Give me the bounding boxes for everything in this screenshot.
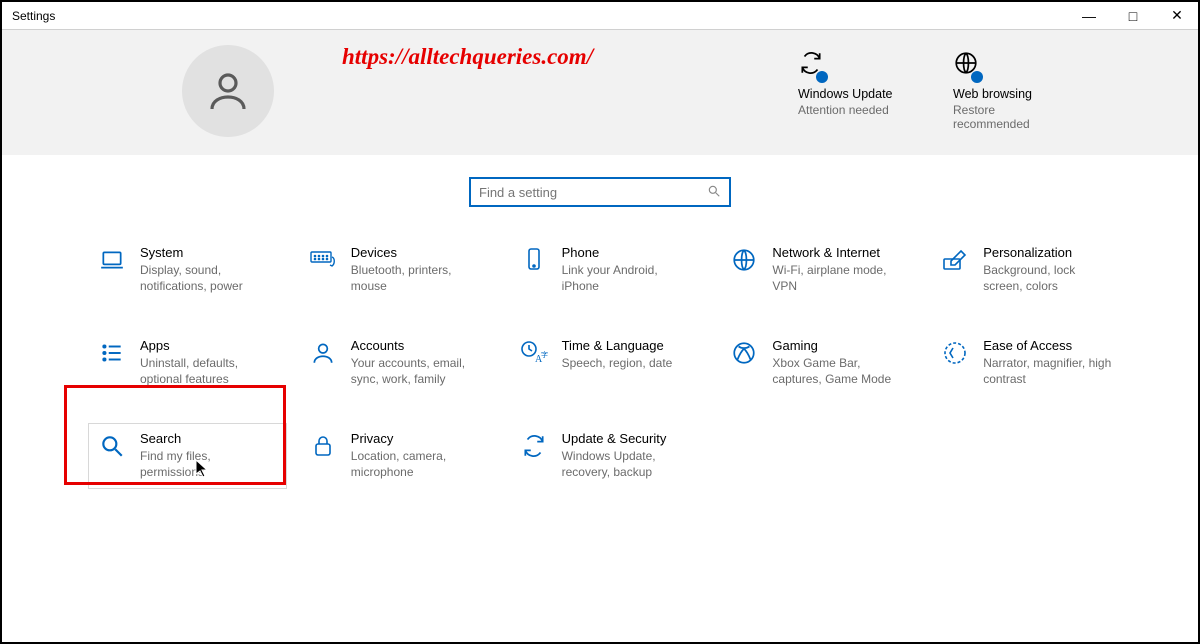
titlebar: Settings — □ ✕ <box>2 2 1198 30</box>
category-subtitle: Background, lock screen, colors <box>983 263 1114 294</box>
category-title: Phone <box>562 245 693 260</box>
sync-icon <box>520 431 548 459</box>
category-subtitle: Uninstall, defaults, optional features <box>140 356 271 387</box>
search-region <box>2 155 1198 237</box>
search-input[interactable] <box>479 185 707 200</box>
svg-text:字: 字 <box>541 350 548 359</box>
globe-icon <box>953 50 979 79</box>
category-title: System <box>140 245 271 260</box>
category-text: Network & Internet Wi-Fi, airplane mode, … <box>772 245 909 294</box>
category-apps[interactable]: Apps Uninstall, defaults, optional featur… <box>88 330 287 395</box>
category-title: Accounts <box>351 338 482 353</box>
category-subtitle: Find my files, permissions <box>140 449 271 480</box>
category-title: Ease of Access <box>983 338 1114 353</box>
globe-icon <box>730 245 758 273</box>
category-devices[interactable]: Devices Bluetooth, printers, mouse <box>299 237 498 302</box>
category-subtitle: Display, sound, notifications, power <box>140 263 271 294</box>
category-title: Time & Language <box>562 338 693 353</box>
category-privacy[interactable]: Privacy Location, camera, microphone <box>299 423 498 488</box>
category-search[interactable]: Search Find my files, permissions <box>88 423 287 488</box>
category-personalization[interactable]: Personalization Background, lock screen, … <box>931 237 1130 302</box>
category-text: System Display, sound, notifications, pow… <box>140 245 277 294</box>
window-controls: — □ ✕ <box>1074 7 1192 24</box>
category-grid: System Display, sound, notifications, pow… <box>2 237 1198 489</box>
person-icon <box>204 67 252 115</box>
category-title: Devices <box>351 245 482 260</box>
search-icon <box>707 184 721 201</box>
person-icon <box>309 338 337 366</box>
status-subtitle: Attention needed <box>798 103 913 117</box>
category-time[interactable]: A字 Time & Language Speech, region, date <box>510 330 709 395</box>
close-button[interactable]: ✕ <box>1162 7 1192 24</box>
category-text: Search Find my files, permissions <box>140 431 277 480</box>
category-text: Privacy Location, camera, microphone <box>351 431 488 480</box>
category-subtitle: Windows Update, recovery, backup <box>562 449 693 480</box>
status-dot-icon <box>816 71 828 83</box>
category-subtitle: Your accounts, email, sync, work, family <box>351 356 482 387</box>
status-subtitle: Restore recommended <box>953 103 1068 131</box>
clock-letter-icon: A字 <box>520 338 548 366</box>
category-title: Apps <box>140 338 271 353</box>
status-cards: Windows Update Attention needed Web brow… <box>798 50 1068 131</box>
window-title: Settings <box>12 9 55 23</box>
category-text: Devices Bluetooth, printers, mouse <box>351 245 488 294</box>
category-title: Update & Security <box>562 431 693 446</box>
category-text: Phone Link your Android, iPhone <box>562 245 699 294</box>
category-subtitle: Speech, region, date <box>562 356 693 372</box>
search-icon <box>98 431 126 459</box>
category-subtitle: Link your Android, iPhone <box>562 263 693 294</box>
category-subtitle: Xbox Game Bar, captures, Game Mode <box>772 356 903 387</box>
category-text: Gaming Xbox Game Bar, captures, Game Mode <box>772 338 909 387</box>
category-title: Gaming <box>772 338 903 353</box>
category-phone[interactable]: Phone Link your Android, iPhone <box>510 237 709 302</box>
category-title: Personalization <box>983 245 1114 260</box>
status-title: Windows Update <box>798 87 913 101</box>
laptop-icon <box>98 245 126 273</box>
lock-icon <box>309 431 337 459</box>
pen-icon <box>941 245 969 273</box>
category-text: Accounts Your accounts, email, sync, work… <box>351 338 488 387</box>
status-title: Web browsing <box>953 87 1068 101</box>
category-title: Search <box>140 431 271 446</box>
search-box[interactable] <box>469 177 731 207</box>
status-web-browsing[interactable]: Web browsing Restore recommended <box>953 50 1068 131</box>
watermark-text: https://alltechqueries.com/ <box>342 44 593 70</box>
category-subtitle: Location, camera, microphone <box>351 449 482 480</box>
user-avatar[interactable] <box>182 45 274 137</box>
category-subtitle: Narrator, magnifier, high contrast <box>983 356 1114 387</box>
phone-icon <box>520 245 548 273</box>
category-ease[interactable]: Ease of Access Narrator, magnifier, high … <box>931 330 1130 395</box>
sync-icon <box>798 50 824 79</box>
status-windows-update[interactable]: Windows Update Attention needed <box>798 50 913 131</box>
category-text: Time & Language Speech, region, date <box>562 338 699 372</box>
category-title: Network & Internet <box>772 245 903 260</box>
ease-icon <box>941 338 969 366</box>
status-dot-icon <box>971 71 983 83</box>
category-system[interactable]: System Display, sound, notifications, pow… <box>88 237 287 302</box>
category-text: Personalization Background, lock screen, … <box>983 245 1120 294</box>
category-subtitle: Bluetooth, printers, mouse <box>351 263 482 294</box>
xbox-icon <box>730 338 758 366</box>
category-text: Apps Uninstall, defaults, optional featur… <box>140 338 277 387</box>
category-subtitle: Wi-Fi, airplane mode, VPN <box>772 263 903 294</box>
category-update[interactable]: Update & Security Windows Update, recover… <box>510 423 709 488</box>
list-icon <box>98 338 126 366</box>
category-network[interactable]: Network & Internet Wi-Fi, airplane mode, … <box>720 237 919 302</box>
category-text: Update & Security Windows Update, recover… <box>562 431 699 480</box>
category-title: Privacy <box>351 431 482 446</box>
maximize-button[interactable]: □ <box>1118 8 1148 24</box>
category-text: Ease of Access Narrator, magnifier, high … <box>983 338 1120 387</box>
keyboard-icon <box>309 245 337 273</box>
category-gaming[interactable]: Gaming Xbox Game Bar, captures, Game Mode <box>720 330 919 395</box>
category-accounts[interactable]: Accounts Your accounts, email, sync, work… <box>299 330 498 395</box>
minimize-button[interactable]: — <box>1074 8 1104 24</box>
header-band: https://alltechqueries.com/ Windows Upda… <box>2 30 1198 155</box>
